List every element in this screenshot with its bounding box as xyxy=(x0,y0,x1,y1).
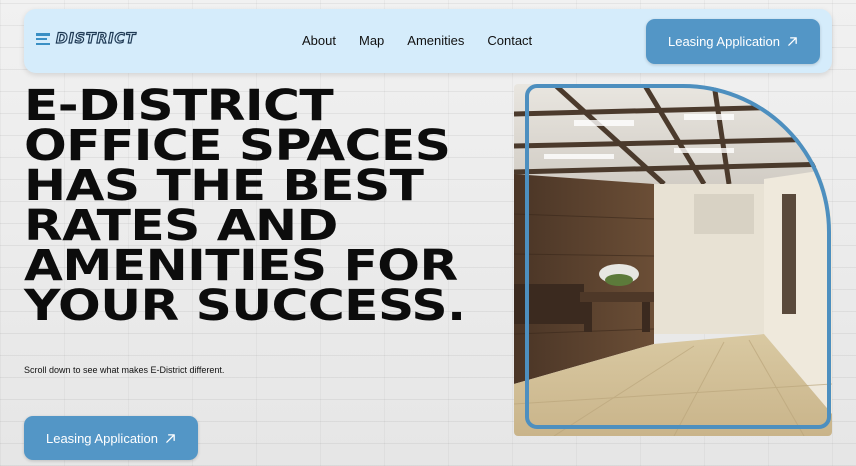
office-hallway-photo xyxy=(514,84,832,436)
main-nav: About Map Amenities Contact xyxy=(302,33,532,48)
leasing-application-button-hero[interactable]: Leasing Application xyxy=(24,416,198,460)
nav-link-contact[interactable]: Contact xyxy=(487,33,532,48)
leasing-application-button-nav[interactable]: Leasing Application xyxy=(646,19,820,64)
arrow-up-right-icon xyxy=(788,37,797,46)
nav-link-map[interactable]: Map xyxy=(359,33,384,48)
logo-text: DISTRICT xyxy=(55,31,137,47)
nav-link-about[interactable]: About xyxy=(302,33,336,48)
hero-subtext: Scroll down to see what makes E-District… xyxy=(24,365,225,375)
leasing-application-label: Leasing Application xyxy=(45,430,159,446)
arrow-up-right-icon xyxy=(166,433,175,443)
leasing-application-label: Leasing Application xyxy=(667,34,781,49)
equals-bars-icon xyxy=(36,33,50,45)
nav-link-amenities[interactable]: Amenities xyxy=(407,33,464,48)
top-navbar: DISTRICT About Map Amenities Contact Lea… xyxy=(24,9,832,73)
brand-logo[interactable]: DISTRICT xyxy=(36,31,137,47)
